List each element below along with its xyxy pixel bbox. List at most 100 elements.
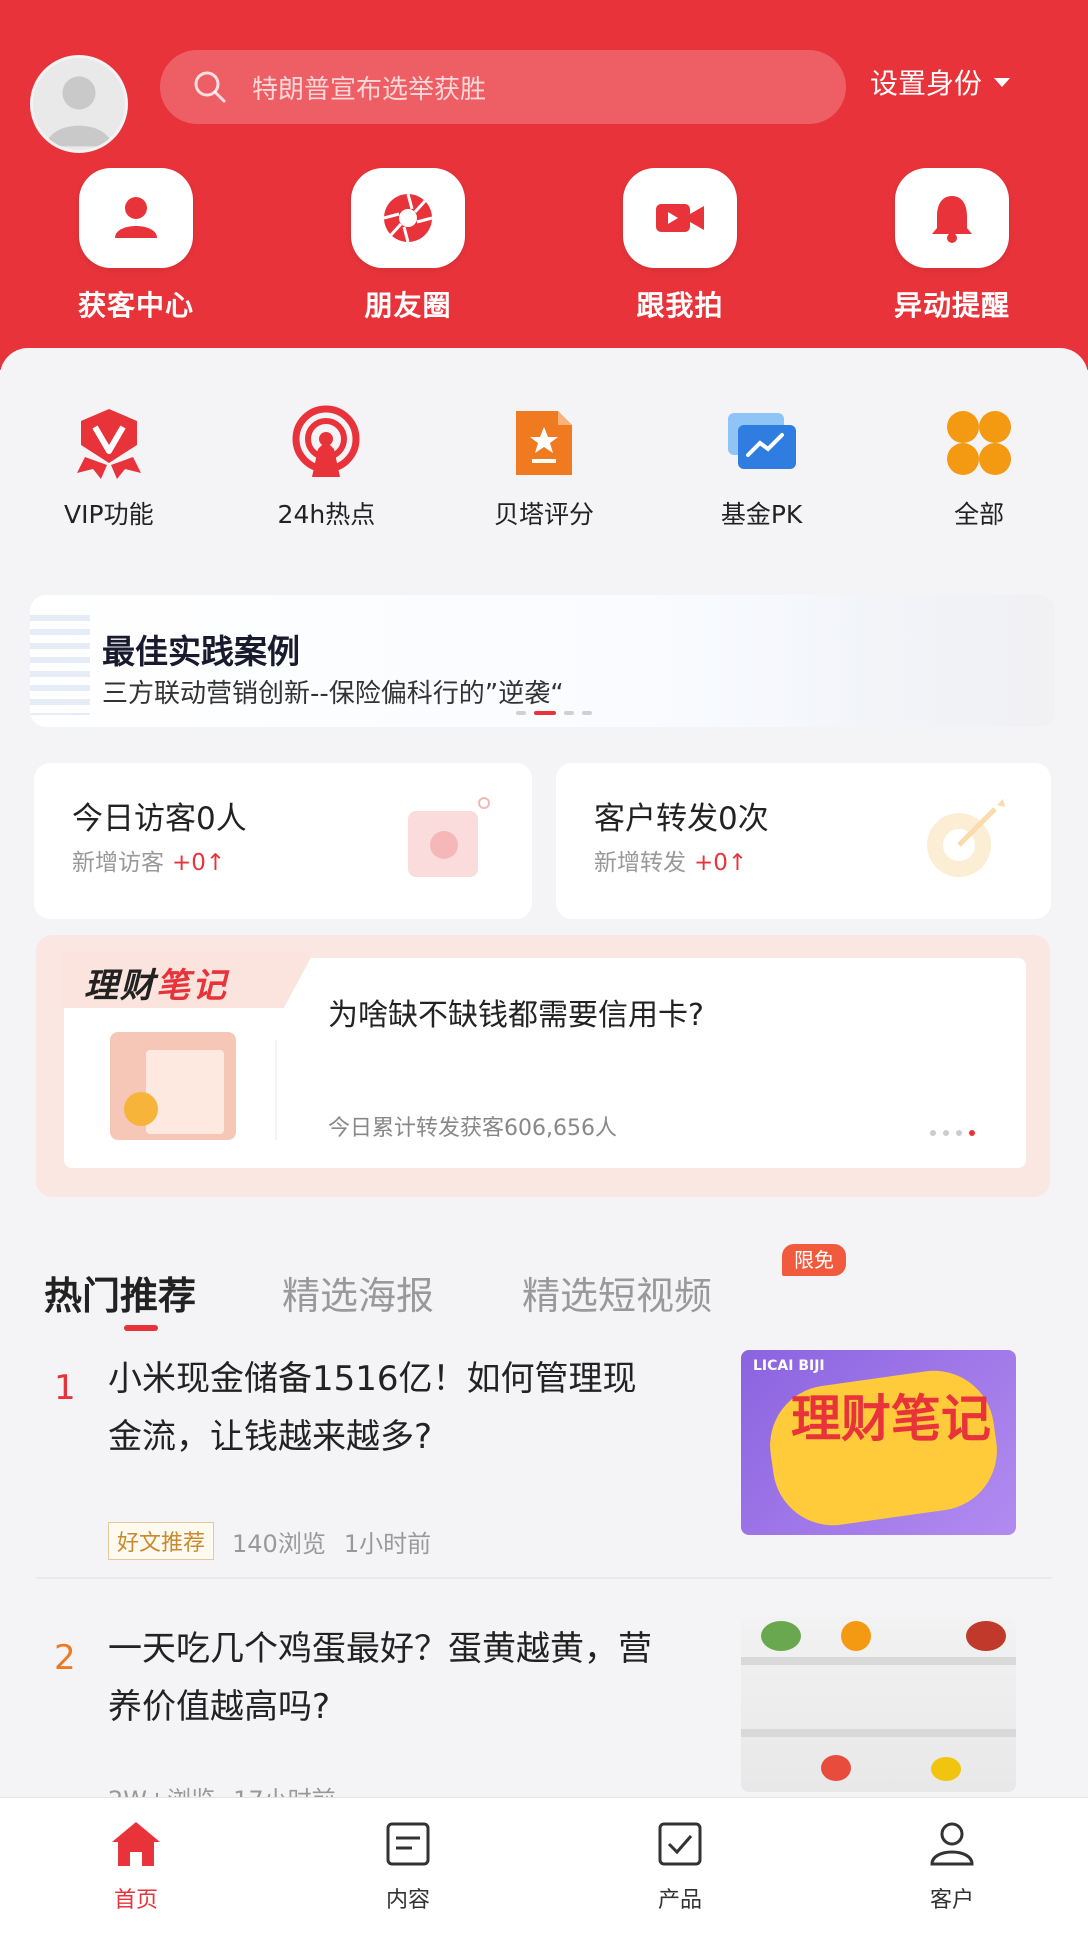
banner-fade — [775, 595, 1055, 727]
fridge-shelf — [741, 1657, 1016, 1665]
user-silhouette-icon — [45, 76, 113, 147]
finance-note-tag: 理财笔记 — [84, 958, 228, 1007]
action-lead-center[interactable]: 获客中心 — [0, 168, 272, 324]
chart-card-icon — [727, 413, 796, 469]
action-moments[interactable]: 朋友圈 — [272, 168, 544, 324]
bell-icon — [932, 196, 972, 243]
nav-label: 客户 — [929, 1888, 974, 1913]
nav-home[interactable]: 首页 — [0, 1798, 272, 1935]
visitor-increment: +0↑ — [172, 850, 226, 876]
page-dot — [956, 1130, 962, 1136]
quick-fund-pk[interactable]: 基金PK — [653, 405, 871, 531]
note-question: 为啥缺不缺钱都需要信用卡? — [328, 998, 704, 1033]
target-icon — [927, 799, 1005, 877]
page-dot — [516, 711, 526, 715]
caret-down-icon — [994, 77, 1011, 87]
action-label: 朋友圈 — [364, 289, 452, 322]
quick-beta-rating[interactable]: 贝塔评分 — [435, 405, 653, 531]
content-tabs: 热门推荐 精选海报 精选短视频 — [44, 1265, 712, 1320]
article-views: 140浏览 — [232, 1529, 326, 1558]
tab-short-videos[interactable]: 精选短视频 — [522, 1265, 712, 1320]
page-dot — [943, 1130, 949, 1136]
banner-pagination — [516, 711, 592, 715]
forward-title: 客户转发0次 — [594, 801, 769, 837]
bottom-nav: 首页 内容 产品 客户 — [0, 1797, 1088, 1935]
forward-stat-card[interactable]: 客户转发0次 新增转发 +0↑ — [556, 763, 1051, 919]
action-icon-box — [895, 168, 1009, 268]
note-pagination — [930, 1130, 975, 1136]
nav-products[interactable]: 产品 — [544, 1798, 816, 1935]
page-dot-active — [534, 711, 556, 715]
banner-subtitle: 三方联动营销创新--保险偏科行的”逆袭“ — [102, 679, 564, 709]
video-camera-icon — [656, 204, 704, 232]
action-label: 异动提醒 — [893, 289, 1010, 322]
nav-content[interactable]: 内容 — [272, 1798, 544, 1935]
vegetable-shape — [966, 1621, 1006, 1651]
nav-label: 产品 — [657, 1888, 702, 1913]
banner-decoration — [30, 615, 90, 715]
quick-all[interactable]: 全部 — [870, 405, 1088, 531]
article-thumbnail: LICAI BIJI 理财笔记 — [741, 1350, 1016, 1535]
news-illustration — [110, 1032, 236, 1140]
note-divider — [275, 1040, 277, 1140]
aperture-icon — [383, 193, 433, 243]
avatar[interactable] — [30, 55, 128, 153]
thumb-small-text: LICAI BIJI — [753, 1358, 825, 1374]
vegetable-shape — [761, 1621, 801, 1651]
recommend-tag: 好文推荐 — [108, 1522, 215, 1560]
tag-part1: 理财 — [84, 966, 156, 1006]
identity-label: 设置身份 — [870, 67, 983, 100]
page-dot-active — [969, 1130, 975, 1136]
nav-label: 内容 — [385, 1888, 430, 1913]
quick-label: 基金PK — [720, 500, 803, 529]
quick-24h-hot[interactable]: 24h热点 — [218, 405, 436, 531]
article-rank: 2 — [54, 1638, 76, 1678]
top-actions: 获客中心 朋友圈 跟我拍 异动提醒 — [0, 168, 1088, 324]
action-shoot-with-me[interactable]: 跟我拍 — [544, 168, 816, 324]
best-practice-banner[interactable]: 最佳实践案例 三方联动营销创新--保险偏科行的”逆袭“ — [30, 595, 1055, 727]
article-rank: 1 — [54, 1368, 76, 1408]
article-item[interactable]: 1 小米现金储备1516亿！如何管理现金流，让钱越来越多? 好文推荐 140浏览… — [36, 1350, 1056, 1560]
vip-badge-icon — [76, 409, 141, 479]
action-label: 跟我拍 — [636, 289, 724, 322]
action-label: 获客中心 — [77, 289, 194, 322]
quick-label: 24h热点 — [277, 500, 376, 529]
search-bar[interactable]: 特朗普宣布选举获胜 — [160, 50, 846, 124]
page-dot — [930, 1130, 936, 1136]
thumb-ring — [762, 1363, 1005, 1533]
nav-customers[interactable]: 客户 — [816, 1798, 1088, 1935]
grid-icon — [947, 411, 1012, 475]
tab-hot-recommend[interactable]: 热门推荐 — [44, 1265, 196, 1320]
tab-active-indicator — [124, 1325, 158, 1331]
nav-label: 首页 — [113, 1888, 158, 1913]
tab-posters[interactable]: 精选海报 — [282, 1265, 434, 1320]
forward-increment: +0↑ — [694, 850, 748, 876]
page-dot — [582, 711, 592, 715]
quick-label: 全部 — [954, 500, 1005, 529]
newspaper-icon — [146, 1050, 224, 1134]
free-badge: 限免 — [782, 1244, 846, 1276]
person-icon — [115, 197, 157, 238]
fruit-shape — [841, 1621, 871, 1651]
quick-label: VIP功能 — [64, 500, 154, 529]
visitor-title: 今日访客0人 — [72, 801, 247, 837]
quick-vip[interactable]: VIP功能 — [0, 405, 218, 531]
action-alerts[interactable]: 异动提醒 — [816, 168, 1088, 324]
visitor-sub: 新增访客 +0↑ — [72, 843, 225, 877]
fruit-shape — [931, 1757, 961, 1781]
article-time: 1小时前 — [343, 1529, 432, 1558]
tag-part2: 笔记 — [156, 966, 228, 1006]
quick-menu: VIP功能 24h热点 贝塔评分 基金PK 全部 — [0, 405, 1088, 531]
document-star-icon — [515, 411, 572, 475]
article-item[interactable]: 2 一天吃几个鸡蛋最好？蛋黄越黄，营养价值越高吗? 2W+浏览 17小时前 — [36, 1617, 1056, 1814]
article-title: 一天吃几个鸡蛋最好？蛋黄越黄，营养价值越高吗? — [108, 1629, 652, 1727]
article-meta: 好文推荐 140浏览 1小时前 — [108, 1522, 431, 1560]
forward-sub-label: 新增转发 — [594, 850, 686, 876]
visitor-stat-card[interactable]: 今日访客0人 新增访客 +0↑ — [34, 763, 532, 919]
calendar-icon — [408, 797, 490, 877]
list-divider — [36, 1577, 1052, 1579]
banner-title: 最佳实践案例 — [102, 632, 300, 671]
page-dot — [564, 711, 574, 715]
action-icon-box — [79, 168, 193, 268]
identity-selector[interactable]: 设置身份 — [870, 62, 1011, 102]
